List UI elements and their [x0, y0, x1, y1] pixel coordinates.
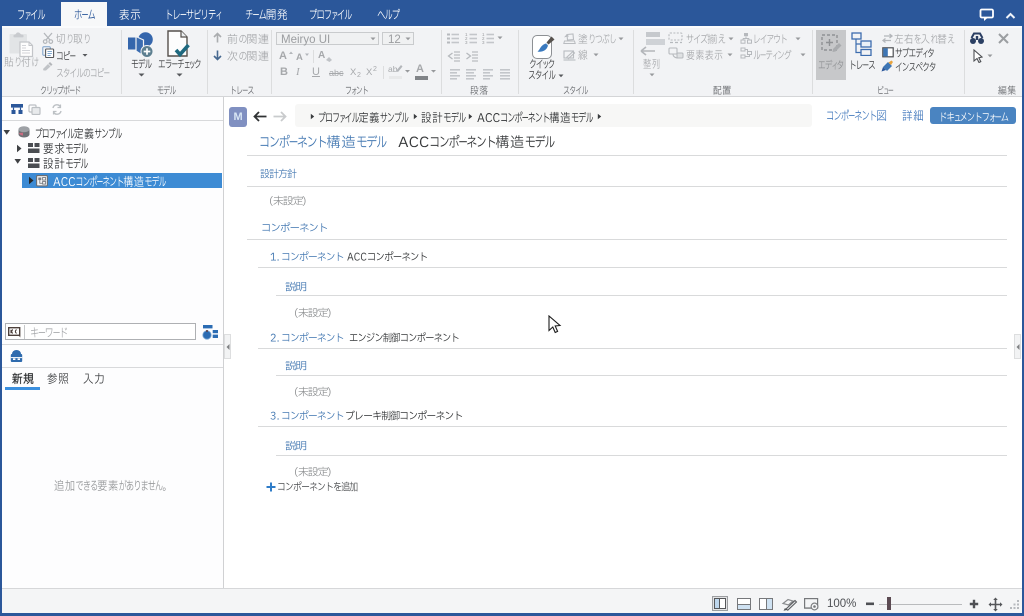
svg-text:3: 3 [465, 40, 468, 44]
svg-text:3: 3 [482, 40, 485, 44]
